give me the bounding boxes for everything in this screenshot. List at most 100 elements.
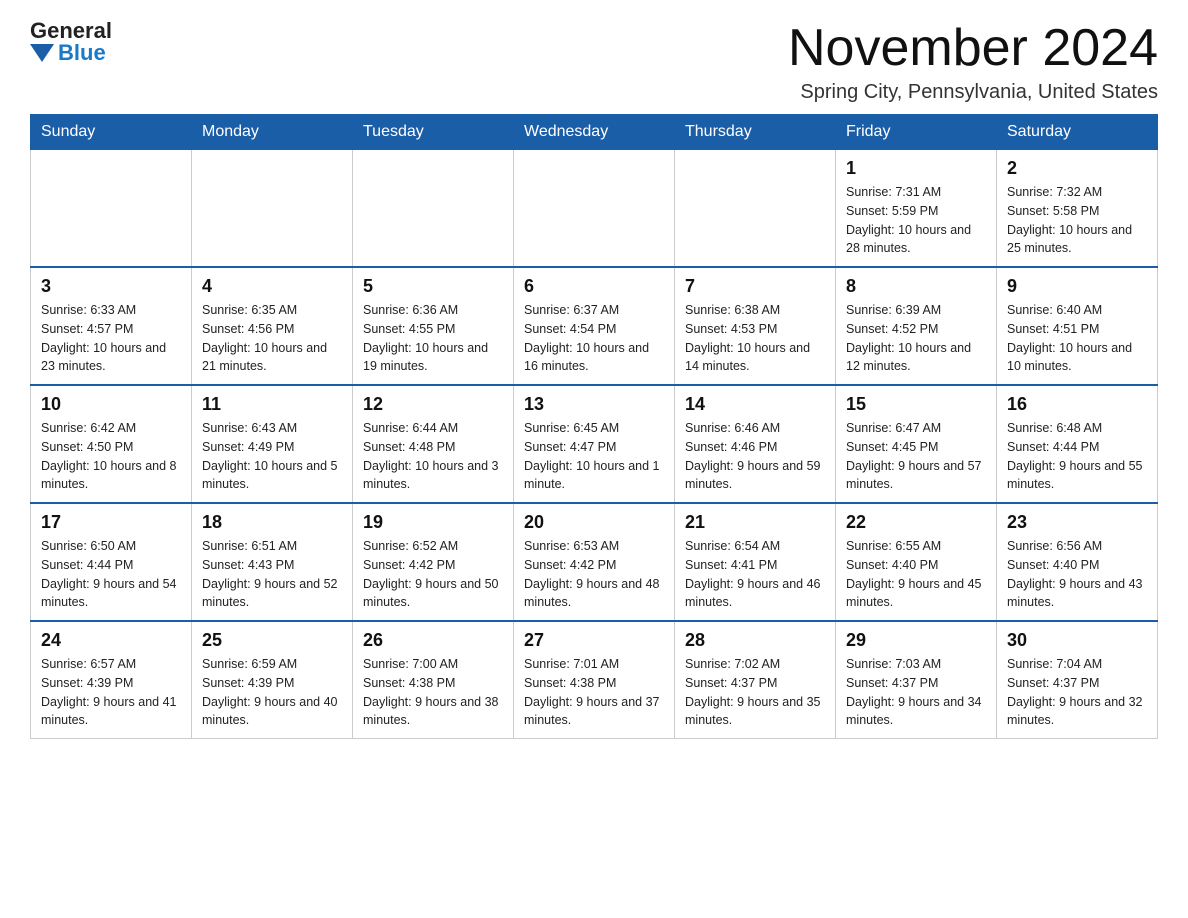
calendar-cell: 19 Sunrise: 6:52 AMSunset: 4:42 PMDayligh…: [353, 503, 514, 621]
month-title: November 2024: [788, 20, 1158, 77]
calendar-cell: [192, 150, 353, 268]
logo-triangle-icon: [30, 44, 54, 62]
day-number: 24: [41, 630, 181, 651]
calendar-cell: [675, 150, 836, 268]
calendar-cell: 20 Sunrise: 6:53 AMSunset: 4:42 PMDayligh…: [514, 503, 675, 621]
calendar-cell: 3 Sunrise: 6:33 AMSunset: 4:57 PMDaylight…: [31, 267, 192, 385]
calendar-table: SundayMondayTuesdayWednesdayThursdayFrid…: [30, 114, 1158, 739]
day-info: Sunrise: 6:52 AMSunset: 4:42 PMDaylight:…: [363, 537, 503, 612]
day-number: 7: [685, 276, 825, 297]
logo-general-text: General: [30, 20, 112, 42]
calendar-cell: 18 Sunrise: 6:51 AMSunset: 4:43 PMDayligh…: [192, 503, 353, 621]
day-number: 16: [1007, 394, 1147, 415]
calendar-cell: 24Sunrise: 6:57 AMSunset: 4:39 PMDayligh…: [31, 621, 192, 739]
day-number: 28: [685, 630, 825, 651]
day-info: Sunrise: 6:39 AMSunset: 4:52 PMDaylight:…: [846, 301, 986, 376]
day-info: Sunrise: 6:45 AMSunset: 4:47 PMDaylight:…: [524, 419, 664, 494]
calendar-cell: 10Sunrise: 6:42 AMSunset: 4:50 PMDayligh…: [31, 385, 192, 503]
weekday-header-sunday: Sunday: [31, 115, 192, 150]
day-info: Sunrise: 6:48 AMSunset: 4:44 PMDaylight:…: [1007, 419, 1147, 494]
day-info: Sunrise: 6:43 AMSunset: 4:49 PMDaylight:…: [202, 419, 342, 494]
calendar-cell: [514, 150, 675, 268]
calendar-cell: 9 Sunrise: 6:40 AMSunset: 4:51 PMDaylight…: [997, 267, 1158, 385]
weekday-header-saturday: Saturday: [997, 115, 1158, 150]
calendar-cell: 22Sunrise: 6:55 AMSunset: 4:40 PMDayligh…: [836, 503, 997, 621]
day-info: Sunrise: 6:35 AMSunset: 4:56 PMDaylight:…: [202, 301, 342, 376]
day-info: Sunrise: 7:00 AMSunset: 4:38 PMDaylight:…: [363, 655, 503, 730]
calendar-week-1: 1 Sunrise: 7:31 AMSunset: 5:59 PMDaylight…: [31, 150, 1158, 268]
calendar-cell: 11 Sunrise: 6:43 AMSunset: 4:49 PMDayligh…: [192, 385, 353, 503]
day-number: 19: [363, 512, 503, 533]
day-number: 8: [846, 276, 986, 297]
day-number: 23: [1007, 512, 1147, 533]
day-number: 6: [524, 276, 664, 297]
day-number: 14: [685, 394, 825, 415]
day-number: 13: [524, 394, 664, 415]
day-info: Sunrise: 6:51 AMSunset: 4:43 PMDaylight:…: [202, 537, 342, 612]
day-info: Sunrise: 6:53 AMSunset: 4:42 PMDaylight:…: [524, 537, 664, 612]
calendar-week-2: 3 Sunrise: 6:33 AMSunset: 4:57 PMDaylight…: [31, 267, 1158, 385]
calendar-cell: 30 Sunrise: 7:04 AMSunset: 4:37 PMDayligh…: [997, 621, 1158, 739]
day-number: 1: [846, 158, 986, 179]
calendar-cell: 1 Sunrise: 7:31 AMSunset: 5:59 PMDaylight…: [836, 150, 997, 268]
day-info: Sunrise: 7:31 AMSunset: 5:59 PMDaylight:…: [846, 183, 986, 258]
logo-blue-text: Blue: [58, 42, 106, 64]
day-info: Sunrise: 6:47 AMSunset: 4:45 PMDaylight:…: [846, 419, 986, 494]
day-number: 17: [41, 512, 181, 533]
calendar-cell: 8 Sunrise: 6:39 AMSunset: 4:52 PMDaylight…: [836, 267, 997, 385]
calendar-cell: [353, 150, 514, 268]
day-number: 12: [363, 394, 503, 415]
day-info: Sunrise: 6:59 AMSunset: 4:39 PMDaylight:…: [202, 655, 342, 730]
day-number: 18: [202, 512, 342, 533]
day-number: 22: [846, 512, 986, 533]
weekday-header-tuesday: Tuesday: [353, 115, 514, 150]
calendar-cell: 16 Sunrise: 6:48 AMSunset: 4:44 PMDayligh…: [997, 385, 1158, 503]
calendar-week-5: 24Sunrise: 6:57 AMSunset: 4:39 PMDayligh…: [31, 621, 1158, 739]
day-info: Sunrise: 6:42 AMSunset: 4:50 PMDaylight:…: [41, 419, 181, 494]
title-block: November 2024 Spring City, Pennsylvania,…: [788, 20, 1158, 104]
day-number: 27: [524, 630, 664, 651]
calendar-cell: 5 Sunrise: 6:36 AMSunset: 4:55 PMDaylight…: [353, 267, 514, 385]
calendar-cell: 6 Sunrise: 6:37 AMSunset: 4:54 PMDaylight…: [514, 267, 675, 385]
weekday-header-row: SundayMondayTuesdayWednesdayThursdayFrid…: [31, 115, 1158, 150]
weekday-header-wednesday: Wednesday: [514, 115, 675, 150]
logo: General Blue: [30, 20, 112, 64]
page-header: General Blue November 2024 Spring City, …: [30, 20, 1158, 104]
calendar-week-4: 17Sunrise: 6:50 AMSunset: 4:44 PMDayligh…: [31, 503, 1158, 621]
calendar-cell: 29 Sunrise: 7:03 AMSunset: 4:37 PMDayligh…: [836, 621, 997, 739]
day-info: Sunrise: 7:32 AMSunset: 5:58 PMDaylight:…: [1007, 183, 1147, 258]
day-number: 15: [846, 394, 986, 415]
day-info: Sunrise: 6:38 AMSunset: 4:53 PMDaylight:…: [685, 301, 825, 376]
day-info: Sunrise: 7:03 AMSunset: 4:37 PMDaylight:…: [846, 655, 986, 730]
day-number: 2: [1007, 158, 1147, 179]
day-number: 11: [202, 394, 342, 415]
day-number: 5: [363, 276, 503, 297]
day-number: 20: [524, 512, 664, 533]
location-text: Spring City, Pennsylvania, United States: [788, 81, 1158, 104]
day-number: 9: [1007, 276, 1147, 297]
day-info: Sunrise: 6:56 AMSunset: 4:40 PMDaylight:…: [1007, 537, 1147, 612]
day-number: 30: [1007, 630, 1147, 651]
day-number: 25: [202, 630, 342, 651]
day-number: 29: [846, 630, 986, 651]
day-info: Sunrise: 6:44 AMSunset: 4:48 PMDaylight:…: [363, 419, 503, 494]
calendar-cell: 12 Sunrise: 6:44 AMSunset: 4:48 PMDayligh…: [353, 385, 514, 503]
day-number: 3: [41, 276, 181, 297]
calendar-cell: 26 Sunrise: 7:00 AMSunset: 4:38 PMDayligh…: [353, 621, 514, 739]
day-number: 21: [685, 512, 825, 533]
calendar-week-3: 10Sunrise: 6:42 AMSunset: 4:50 PMDayligh…: [31, 385, 1158, 503]
day-number: 26: [363, 630, 503, 651]
calendar-cell: 2 Sunrise: 7:32 AMSunset: 5:58 PMDaylight…: [997, 150, 1158, 268]
calendar-cell: 14Sunrise: 6:46 AMSunset: 4:46 PMDayligh…: [675, 385, 836, 503]
day-info: Sunrise: 7:04 AMSunset: 4:37 PMDaylight:…: [1007, 655, 1147, 730]
calendar-cell: 7 Sunrise: 6:38 AMSunset: 4:53 PMDaylight…: [675, 267, 836, 385]
day-info: Sunrise: 7:01 AMSunset: 4:38 PMDaylight:…: [524, 655, 664, 730]
day-info: Sunrise: 6:37 AMSunset: 4:54 PMDaylight:…: [524, 301, 664, 376]
calendar-cell: 25 Sunrise: 6:59 AMSunset: 4:39 PMDayligh…: [192, 621, 353, 739]
day-info: Sunrise: 6:36 AMSunset: 4:55 PMDaylight:…: [363, 301, 503, 376]
calendar-cell: 15 Sunrise: 6:47 AMSunset: 4:45 PMDayligh…: [836, 385, 997, 503]
day-info: Sunrise: 6:33 AMSunset: 4:57 PMDaylight:…: [41, 301, 181, 376]
calendar-cell: 27 Sunrise: 7:01 AMSunset: 4:38 PMDayligh…: [514, 621, 675, 739]
day-info: Sunrise: 6:40 AMSunset: 4:51 PMDaylight:…: [1007, 301, 1147, 376]
weekday-header-thursday: Thursday: [675, 115, 836, 150]
